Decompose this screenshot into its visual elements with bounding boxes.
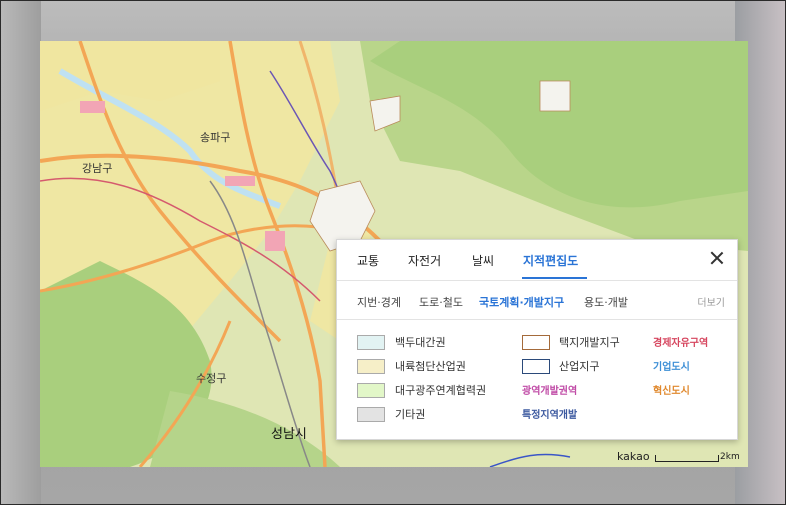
subtab-lot-boundary[interactable]: 지번·경계 <box>357 294 401 310</box>
map-layer-panel: 교통 자전거 날씨 지적편집도 지번·경계 도로·철도 국토계획·개발지구 용도… <box>336 239 738 440</box>
tab-cadastral-map[interactable]: 지적편집도 <box>523 252 578 269</box>
legend-swatch-industrial <box>522 359 550 374</box>
map-label-songpa: 송파구 <box>200 131 231 144</box>
map-label-sujeong: 수정구 <box>196 372 227 385</box>
blurred-background-left <box>1 1 41 504</box>
legend-swatch-daegu-gwangju <box>357 383 385 398</box>
subtab-national-planning[interactable]: 국토계획·개발지구 <box>479 294 564 310</box>
more-button[interactable]: 더보기 <box>697 294 725 309</box>
scale-bar <box>655 455 719 462</box>
badge-innovation-city: 혁신도시 <box>653 386 690 397</box>
badge-wide-area-dev: 광역개발권역 <box>522 386 578 397</box>
legend-swatch-inland <box>357 359 385 374</box>
map-label-gangnam: 강남구 <box>82 162 113 175</box>
kakao-logo: kakao <box>617 450 650 463</box>
legend-swatch-other <box>357 407 385 422</box>
map-label-seongnam: 성남시 <box>271 427 307 442</box>
legend-swatch-housing-dev <box>522 335 550 350</box>
legend-label-inland: 내륙첨단산업권 <box>395 360 466 373</box>
subtab-road-rail[interactable]: 도로·철도 <box>419 294 463 310</box>
badge-free-economic-zone: 경제자유구역 <box>653 338 709 349</box>
legend-label-other: 기타권 <box>395 408 426 421</box>
scale-label: 2km <box>720 452 740 462</box>
tab-weather[interactable]: 날씨 <box>472 252 494 269</box>
subtab-land-use[interactable]: 용도·개발 <box>584 294 628 310</box>
badge-enterprise-city: 기업도시 <box>653 362 690 373</box>
close-icon[interactable] <box>710 251 724 265</box>
active-tab-indicator <box>522 277 587 279</box>
legend-label-housing-dev: 택지개발지구 <box>559 336 620 349</box>
subtab-bar: 지번·경계 도로·철도 국토계획·개발지구 용도·개발 더보기 <box>337 281 737 320</box>
badge-special-region-dev: 특정지역개발 <box>522 410 578 421</box>
tab-traffic[interactable]: 교통 <box>357 252 379 269</box>
legend-swatch-baekdu <box>357 335 385 350</box>
tab-bicycle[interactable]: 자전거 <box>408 252 441 269</box>
layer-tab-bar: 교통 자전거 날씨 지적편집도 <box>337 240 737 281</box>
legend-label-baekdu: 백두대간권 <box>395 336 446 349</box>
legend-label-industrial: 산업지구 <box>559 360 600 373</box>
screenshot-frame: 송파구 강남구 수정구 성남시 교통 자전거 날씨 지적편집도 지번·경계 도로… <box>0 0 786 505</box>
legend-label-daegu-gwangju: 대구광주연계협력권 <box>395 384 487 397</box>
